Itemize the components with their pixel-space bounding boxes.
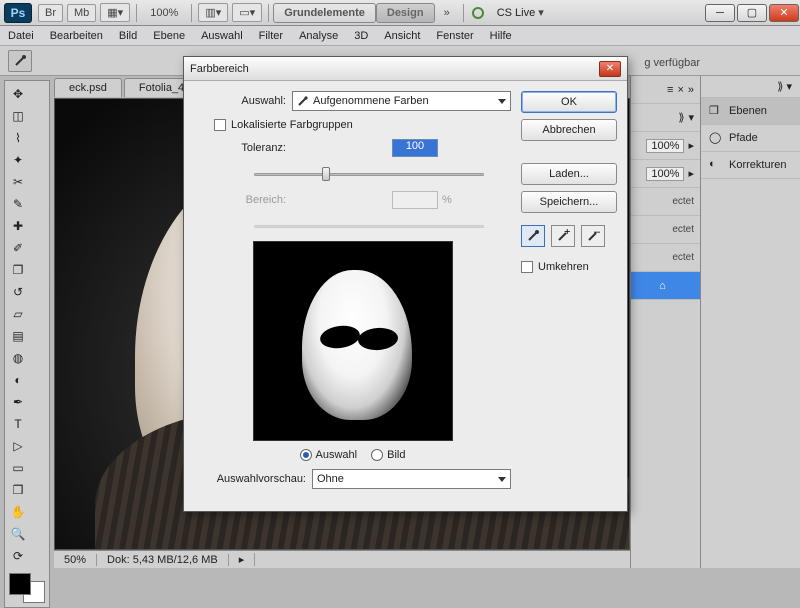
farbbereich-dialog: Farbbereich ✕ Auswahl: Aufgenommene Farb… (183, 56, 628, 512)
save-button[interactable]: Speichern... (521, 191, 617, 213)
fg-swatch[interactable] (9, 573, 31, 595)
invert-checkbox[interactable] (521, 261, 533, 273)
ok-button[interactable]: OK (521, 91, 617, 113)
vorschau-label: Auswahlvorschau: (194, 473, 306, 485)
radio-auswahl[interactable]: Auswahl (300, 449, 358, 461)
invert-label: Umkehren (538, 261, 589, 273)
load-button[interactable]: Laden... (521, 163, 617, 185)
color-swatches[interactable] (7, 571, 47, 605)
localized-label: Lokalisierte Farbgruppen (231, 119, 353, 131)
radio-bild[interactable]: Bild (371, 449, 405, 461)
auswahl-combo[interactable]: Aufgenommene Farben (292, 91, 511, 111)
svg-text:–: – (594, 229, 600, 238)
bereich-unit: % (442, 194, 452, 206)
selection-preview[interactable] (253, 241, 453, 441)
dialog-close[interactable]: ✕ (599, 61, 621, 77)
vorschau-combo[interactable]: Ohne (312, 469, 511, 489)
eyedropper-icon (297, 95, 309, 107)
toleranz-label: Toleranz: (194, 142, 286, 154)
modal-overlay: Farbbereich ✕ Auswahl: Aufgenommene Farb… (0, 0, 800, 568)
eyedropper-subtract[interactable]: – (581, 225, 605, 247)
bereich-input (392, 191, 438, 209)
svg-text:+: + (564, 229, 570, 238)
eyedropper-add[interactable]: + (551, 225, 575, 247)
vorschau-value: Ohne (317, 473, 344, 485)
dialog-title: Farbbereich (190, 63, 249, 75)
auswahl-value: Aufgenommene Farben (313, 95, 429, 107)
bereich-label: Bereich: (194, 194, 286, 206)
bereich-slider (254, 217, 484, 235)
chevron-down-icon (498, 99, 506, 104)
eyedropper-sample[interactable] (521, 225, 545, 247)
cancel-button[interactable]: Abbrechen (521, 119, 617, 141)
localized-checkbox[interactable] (214, 119, 226, 131)
chevron-down-icon (498, 477, 506, 482)
toleranz-slider[interactable] (254, 165, 484, 183)
toleranz-input[interactable]: 100 (392, 139, 438, 157)
auswahl-label: Auswahl: (194, 95, 286, 107)
dialog-titlebar[interactable]: Farbbereich ✕ (184, 57, 627, 81)
